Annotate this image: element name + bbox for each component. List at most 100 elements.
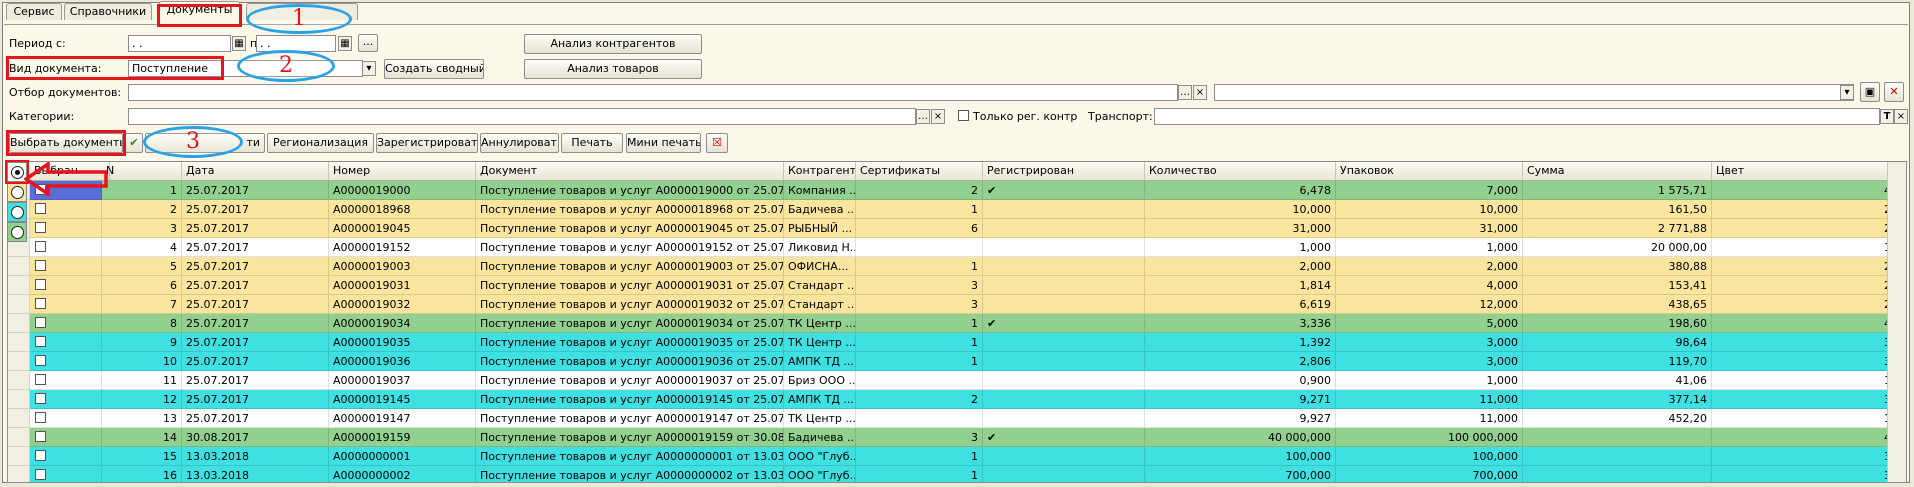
- table-row[interactable]: 10 25.07.2017 A0000019036 Поступление товар…: [8, 352, 1896, 371]
- register-button[interactable]: Зарегистрировать: [376, 133, 478, 153]
- row-select-cell[interactable]: [30, 352, 102, 371]
- row-select-cell[interactable]: [30, 466, 102, 482]
- table-row[interactable]: 5 25.07.2017 A0000019003 Поступление товаро…: [8, 257, 1896, 276]
- calendar-icon[interactable]: ▦: [232, 36, 246, 51]
- table-row[interactable]: 1 25.07.2017 A0000019000 Поступление товаро…: [8, 181, 1896, 200]
- table-row[interactable]: 15 13.03.2018 A0000000001 Поступление товар…: [8, 447, 1896, 466]
- saved-filter-select[interactable]: [1214, 84, 1854, 101]
- row-checkbox[interactable]: [35, 336, 46, 347]
- row-select-cell[interactable]: [30, 314, 102, 333]
- tab-service[interactable]: Сервис: [6, 3, 62, 20]
- tab-directories[interactable]: Справочники: [64, 3, 152, 20]
- row-select-cell[interactable]: [30, 219, 102, 238]
- row-checkbox[interactable]: [35, 412, 46, 423]
- color-filter-4[interactable]: [7, 222, 27, 242]
- mini-print-button[interactable]: Мини печать: [626, 133, 701, 153]
- row-checkbox[interactable]: [35, 317, 46, 328]
- table-row[interactable]: 8 25.07.2017 A0000019034 Поступление товаро…: [8, 314, 1896, 333]
- table-row[interactable]: 6 25.07.2017 A0000019031 Поступление товаро…: [8, 276, 1896, 295]
- col-registered[interactable]: Регистрирован: [983, 162, 1145, 180]
- color-filter-3[interactable]: [7, 202, 27, 222]
- print-button[interactable]: Печать: [561, 133, 623, 153]
- row-checkbox[interactable]: [35, 450, 46, 461]
- regionalization-button[interactable]: Регионализация: [267, 133, 374, 153]
- cell-color: 1: [1712, 409, 1896, 428]
- col-num[interactable]: Номер: [329, 162, 476, 180]
- row-checkbox[interactable]: [35, 393, 46, 404]
- cell-reg: [983, 352, 1145, 371]
- table-row[interactable]: 9 25.07.2017 A0000019035 Поступление товаро…: [8, 333, 1896, 352]
- categories-input[interactable]: [128, 108, 916, 125]
- doc-filter-input[interactable]: [128, 84, 1178, 101]
- radio-button[interactable]: [11, 186, 24, 199]
- table-row[interactable]: 7 25.07.2017 A0000019032 Поступление товаро…: [8, 295, 1896, 314]
- table-row[interactable]: 2 25.07.2017 A0000018968 Поступление товаро…: [8, 200, 1896, 219]
- select-dots-icon-2[interactable]: …: [916, 109, 930, 124]
- col-packages[interactable]: Упаковок: [1336, 162, 1523, 180]
- row-checkbox[interactable]: [35, 374, 46, 385]
- annul-button[interactable]: Аннулировать: [480, 133, 559, 153]
- text-icon[interactable]: T: [1880, 109, 1894, 124]
- transport-input[interactable]: [1154, 108, 1880, 125]
- row-checkbox[interactable]: [35, 298, 46, 309]
- only-reg-checkbox[interactable]: [958, 110, 969, 121]
- cell-date: 25.07.2017: [182, 295, 329, 314]
- chevron-down-icon[interactable]: ▾: [362, 61, 376, 76]
- cell-date: 13.03.2018: [182, 447, 329, 466]
- table-row[interactable]: 12 25.07.2017 A0000019145 Поступление товар…: [8, 390, 1896, 409]
- table-row[interactable]: 4 25.07.2017 A0000019152 Поступление товаро…: [8, 238, 1896, 257]
- table-row[interactable]: 3 25.07.2017 A0000019045 Поступление товаро…: [8, 219, 1896, 238]
- row-select-cell[interactable]: [30, 390, 102, 409]
- period-from-input[interactable]: . .: [128, 35, 231, 52]
- row-select-cell[interactable]: [30, 447, 102, 466]
- close-icon[interactable]: ☒: [706, 133, 728, 153]
- row-checkbox[interactable]: [35, 355, 46, 366]
- row-select-cell[interactable]: [30, 409, 102, 428]
- table-row[interactable]: 14 30.08.2017 A0000019159 Поступление товар…: [8, 428, 1896, 447]
- row-select-cell[interactable]: [30, 238, 102, 257]
- clear-icon-3[interactable]: ×: [1894, 109, 1908, 124]
- col-certificates[interactable]: Сертификаты: [856, 162, 983, 180]
- row-checkbox[interactable]: [35, 279, 46, 290]
- analysis-goods-button[interactable]: Анализ товаров: [524, 59, 702, 79]
- row-checkbox[interactable]: [35, 241, 46, 252]
- table-row[interactable]: 16 13.03.2018 A0000000002 Поступление товар…: [8, 466, 1896, 482]
- radio-button[interactable]: [11, 206, 24, 219]
- delete-icon[interactable]: ✕: [1884, 82, 1904, 102]
- analysis-contractors-button[interactable]: Анализ контрагентов: [524, 34, 702, 54]
- col-quantity[interactable]: Количество: [1145, 162, 1336, 180]
- row-checkbox[interactable]: [35, 222, 46, 233]
- col-sum[interactable]: Сумма: [1523, 162, 1712, 180]
- row-checkbox[interactable]: [35, 260, 46, 271]
- clear-icon[interactable]: ×: [1193, 85, 1207, 100]
- row-select-cell[interactable]: [30, 257, 102, 276]
- row-select-cell[interactable]: [30, 200, 102, 219]
- col-number[interactable]: N: [102, 162, 182, 180]
- vertical-scrollbar[interactable]: [1887, 162, 1906, 482]
- col-contractor[interactable]: Контрагент: [784, 162, 856, 180]
- row-checkbox[interactable]: [35, 469, 46, 480]
- cell-doc: Поступление товаров и услуг A0000019145 …: [476, 390, 784, 409]
- col-color[interactable]: Цвет: [1712, 162, 1896, 180]
- row-select-cell[interactable]: [30, 295, 102, 314]
- calendar-icon-2[interactable]: ▦: [338, 36, 352, 51]
- col-document[interactable]: Документ: [476, 162, 784, 180]
- row-select-cell[interactable]: [30, 333, 102, 352]
- create-summary-button[interactable]: Создать сводный: [384, 59, 484, 79]
- clear-icon-2[interactable]: ×: [931, 109, 945, 124]
- row-select-cell[interactable]: [30, 428, 102, 447]
- cell-color: 2: [1712, 219, 1896, 238]
- check-icon[interactable]: ✔: [125, 133, 143, 153]
- table-row[interactable]: 13 25.07.2017 A0000019147 Поступление товар…: [8, 409, 1896, 428]
- radio-button[interactable]: [11, 226, 24, 239]
- row-select-cell[interactable]: [30, 371, 102, 390]
- row-checkbox[interactable]: [35, 431, 46, 442]
- period-select-button[interactable]: ...: [358, 34, 378, 52]
- chevron-down-icon-2[interactable]: ▾: [1840, 85, 1854, 100]
- save-icon[interactable]: ▣: [1860, 82, 1880, 102]
- col-date[interactable]: Дата: [182, 162, 329, 180]
- select-dots-icon[interactable]: …: [1178, 85, 1192, 100]
- table-row[interactable]: 11 25.07.2017 A0000019037 Поступление товар…: [8, 371, 1896, 390]
- row-select-cell[interactable]: [30, 276, 102, 295]
- row-checkbox[interactable]: [35, 203, 46, 214]
